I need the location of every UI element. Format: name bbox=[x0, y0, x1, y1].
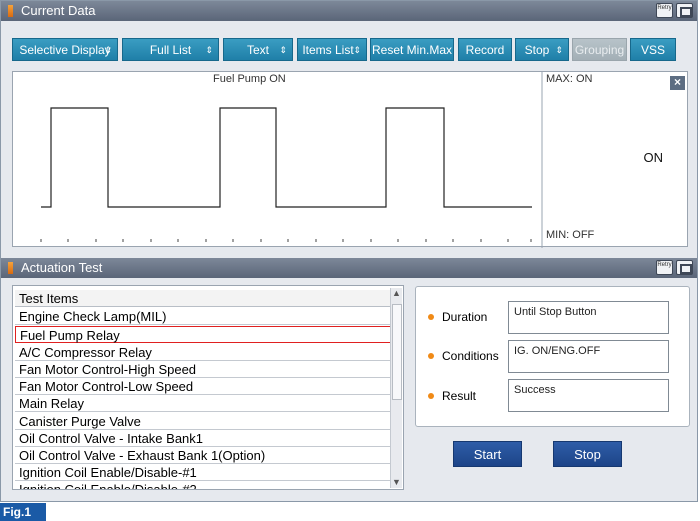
result-label: Result bbox=[428, 389, 476, 403]
selective-display-label: Selective Display bbox=[19, 43, 111, 57]
actuation-test-title: Actuation Test bbox=[21, 260, 103, 275]
reset-min-max-button[interactable]: Reset Min.Max bbox=[370, 38, 454, 61]
min-label: MIN: OFF bbox=[546, 229, 595, 241]
list-item[interactable]: A/C Compressor Relay bbox=[15, 344, 391, 361]
maximize-icon[interactable] bbox=[676, 3, 693, 18]
full-list-label: Full List bbox=[149, 43, 192, 57]
items-list-dropdown[interactable]: Items List ⇕ bbox=[297, 38, 367, 61]
start-button[interactable]: Start bbox=[453, 441, 522, 467]
duration-label: Duration bbox=[428, 310, 487, 324]
stop-button[interactable]: Stop bbox=[553, 441, 622, 467]
conditions-field: IG. ON/ENG.OFF bbox=[508, 340, 669, 373]
section-marker-icon bbox=[8, 262, 13, 274]
stop-dropdown[interactable]: Stop ⇕ bbox=[515, 38, 569, 61]
list-item[interactable]: Ignition Coil Enable/Disable-#1 bbox=[15, 464, 391, 481]
list-item-selected[interactable]: Fuel Pump Relay bbox=[15, 326, 391, 343]
full-list-dropdown[interactable]: Full List ⇕ bbox=[122, 38, 219, 61]
signal-waveform bbox=[41, 107, 532, 208]
text-label: Text bbox=[246, 43, 269, 57]
figure-label: Fig.1 bbox=[0, 503, 46, 521]
items-list-label: Items List bbox=[302, 43, 354, 57]
updown-arrow-icon: ⇕ bbox=[205, 45, 213, 55]
test-detail-panel: Duration Until Stop Button Conditions IG… bbox=[415, 286, 690, 427]
time-axis-ticks bbox=[40, 239, 532, 242]
current-value: ON bbox=[643, 150, 664, 165]
conditions-label: Conditions bbox=[428, 349, 499, 363]
max-label: MAX: ON bbox=[546, 73, 593, 85]
test-items-list: Test Items Engine Check Lamp(MIL) Fuel P… bbox=[12, 285, 404, 490]
text-dropdown[interactable]: Text ⇕ bbox=[223, 38, 293, 61]
signal-plot bbox=[40, 72, 543, 248]
scroll-down-arrow-icon[interactable]: ▼ bbox=[392, 477, 401, 487]
retry-icon[interactable]: Retry bbox=[656, 260, 673, 275]
vertical-scrollbar[interactable]: ▲ ▼ bbox=[390, 288, 402, 488]
list-item[interactable]: Engine Check Lamp(MIL) bbox=[15, 308, 391, 325]
graph-title: Fuel Pump ON bbox=[213, 73, 286, 85]
list-header: Test Items bbox=[15, 290, 391, 307]
list-item[interactable]: Fan Motor Control-Low Speed bbox=[15, 378, 391, 395]
scrollbar-thumb[interactable] bbox=[392, 304, 402, 400]
duration-field: Until Stop Button bbox=[508, 301, 669, 334]
vss-button[interactable]: VSS bbox=[630, 38, 676, 61]
list-item[interactable]: Main Relay bbox=[15, 395, 391, 412]
updown-arrow-icon: ⇕ bbox=[279, 45, 287, 55]
maximize-icon[interactable] bbox=[676, 260, 693, 275]
list-item[interactable]: Ignition Coil Enable/Disable-#2 bbox=[15, 481, 391, 489]
grouping-button: Grouping bbox=[572, 38, 627, 61]
updown-arrow-icon: ⇕ bbox=[104, 45, 112, 55]
selective-display-dropdown[interactable]: Selective Display ⇕ bbox=[12, 38, 118, 61]
result-field: Success bbox=[508, 379, 669, 412]
record-button[interactable]: Record bbox=[458, 38, 512, 61]
fuel-pump-graph: Fuel Pump ON MAX: ON MIN: OFF ON × bbox=[12, 71, 688, 248]
retry-icon[interactable]: Retry bbox=[656, 3, 673, 18]
list-item[interactable]: Canister Purge Valve bbox=[15, 413, 391, 430]
updown-arrow-icon: ⇕ bbox=[353, 45, 361, 55]
current-data-titlebar: Current Data Retry bbox=[1, 1, 697, 21]
list-item[interactable]: Fan Motor Control-High Speed bbox=[15, 361, 391, 378]
current-data-title: Current Data bbox=[21, 3, 96, 18]
scroll-up-arrow-icon[interactable]: ▲ bbox=[392, 288, 401, 298]
list-item[interactable]: Oil Control Valve - Exhaust Bank 1(Optio… bbox=[15, 447, 391, 464]
stop-label: Stop bbox=[524, 43, 550, 57]
close-icon[interactable]: × bbox=[670, 76, 685, 90]
section-marker-icon bbox=[8, 5, 13, 17]
updown-arrow-icon: ⇕ bbox=[555, 45, 563, 55]
actuation-test-titlebar: Actuation Test Retry bbox=[1, 258, 697, 278]
list-item[interactable]: Oil Control Valve - Intake Bank1 bbox=[15, 430, 391, 447]
